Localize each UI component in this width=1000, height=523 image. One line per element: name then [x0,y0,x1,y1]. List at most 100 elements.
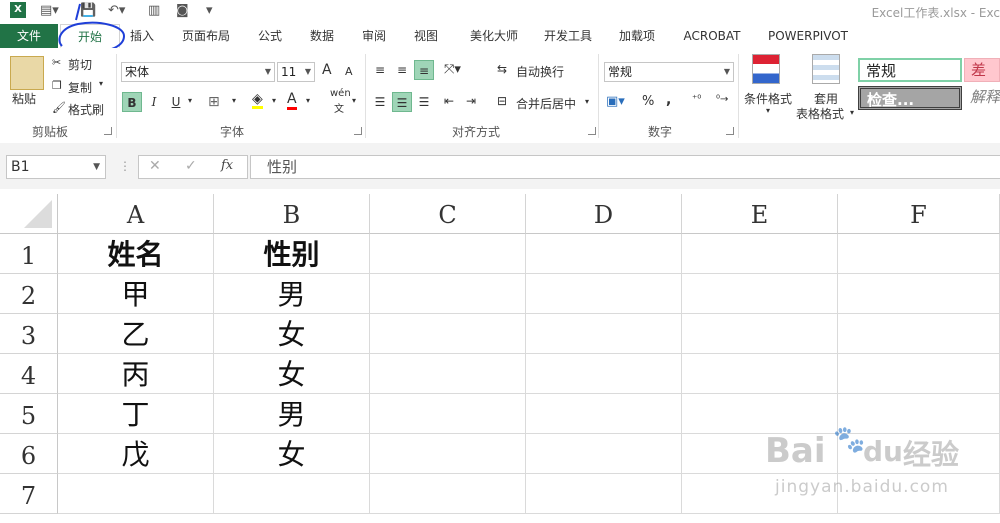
table-format-dropdown-icon[interactable]: ▾ [850,108,854,117]
align-top-icon[interactable]: ≡ [370,60,390,80]
border-dropdown-icon[interactable]: ▾ [232,96,236,105]
cell-a2[interactable]: 甲 [58,274,214,314]
underline-dropdown-icon[interactable]: ▾ [188,96,192,105]
font-launcher-icon[interactable] [354,127,362,135]
cell-d5[interactable] [526,394,682,434]
cell-d7[interactable] [526,474,682,514]
tab-powerpivot[interactable]: POWERPIVOT [764,24,852,48]
merge-icon[interactable]: ⊟ [497,94,507,108]
row-header-6[interactable]: 6 [0,434,58,474]
paste-icon[interactable] [10,56,44,90]
cell-d3[interactable] [526,314,682,354]
style-bad[interactable]: 差 [964,58,1000,82]
accounting-format-icon[interactable]: ▣▾ [606,94,625,109]
row-header-7[interactable]: 7 [0,474,58,514]
tab-review[interactable]: 审阅 [358,24,390,48]
underline-button[interactable]: U [166,92,186,112]
copy-button[interactable]: 复制 [68,79,92,96]
align-bottom-icon[interactable]: ≡ [414,60,434,80]
italic-button[interactable]: I [144,92,164,112]
tab-beautify[interactable]: 美化大师 [464,24,524,48]
tab-view[interactable]: 视图 [410,24,442,48]
decrease-indent-icon[interactable]: ⇤ [444,94,454,108]
cell-b4[interactable]: 女 [214,354,370,394]
enter-button[interactable]: ✓ [185,158,197,174]
orientation-icon[interactable]: ⤧▾ [444,62,461,77]
cut-icon[interactable]: ✂ [52,56,61,69]
merge-dropdown-icon[interactable]: ▾ [585,97,589,106]
row-header-1[interactable]: 1 [0,234,58,274]
cell-c4[interactable] [370,354,526,394]
cell-b1[interactable]: 性别 [214,234,370,274]
cell-b7[interactable] [214,474,370,514]
cell-f3[interactable] [838,314,1000,354]
merge-center-button[interactable]: 合并后居中 [516,95,576,112]
cell-b3[interactable]: 女 [214,314,370,354]
cell-c6[interactable] [370,434,526,474]
cell-c3[interactable] [370,314,526,354]
cell-b6[interactable]: 女 [214,434,370,474]
cell-e3[interactable] [682,314,838,354]
camera-icon[interactable]: ◙ [176,3,189,18]
cell-f2[interactable] [838,274,1000,314]
conditional-dropdown-icon[interactable]: ▾ [766,106,770,115]
cell-c7[interactable] [370,474,526,514]
format-painter-button[interactable]: 格式刷 [68,101,104,118]
cell-b5[interactable]: 男 [214,394,370,434]
align-middle-icon[interactable]: ≡ [392,60,412,80]
align-left-icon[interactable]: ☰ [370,92,390,112]
tab-developer[interactable]: 开发工具 [540,24,596,48]
cell-d4[interactable] [526,354,682,394]
cancel-button[interactable]: ✕ [149,158,161,174]
name-box[interactable]: B1 ▼ [6,155,106,179]
align-center-icon[interactable]: ☰ [392,92,412,112]
cell-e2[interactable] [682,274,838,314]
clipboard-launcher-icon[interactable] [104,127,112,135]
cut-button[interactable]: 剪切 [68,56,92,73]
border-icon[interactable]: ⊞ [208,94,220,110]
font-color-dropdown-icon[interactable]: ▾ [306,96,310,105]
grow-font-button[interactable]: A [322,62,332,78]
font-color-button[interactable]: A [287,92,297,110]
cell-a6[interactable]: 戊 [58,434,214,474]
align-right-icon[interactable]: ☰ [414,92,434,112]
formula-input[interactable]: 性别 [250,155,1000,179]
font-name-select[interactable]: 宋体 ▼ [121,62,275,82]
fill-dropdown-icon[interactable]: ▾ [272,96,276,105]
bold-button[interactable]: B [122,92,142,112]
select-all-button[interactable] [0,194,58,234]
wrap-text-icon[interactable]: ⇆ [497,62,507,76]
cell-f4[interactable] [838,354,1000,394]
table-format-icon[interactable] [812,54,840,84]
cell-e4[interactable] [682,354,838,394]
font-size-select[interactable]: 11 ▼ [277,62,315,82]
increase-indent-icon[interactable]: ⇥ [466,94,476,108]
cell-e1[interactable] [682,234,838,274]
conditional-format-button[interactable]: 条件格式 [744,90,792,107]
shrink-font-button[interactable]: A [345,65,353,78]
decrease-decimal-icon[interactable]: ⁰→ [716,94,728,105]
row-header-3[interactable]: 3 [0,314,58,354]
alignment-launcher-icon[interactable] [588,127,596,135]
percent-button[interactable]: % [642,94,654,109]
column-header-e[interactable]: E [682,194,838,234]
column-header-f[interactable]: F [838,194,1000,234]
phonetic-dropdown-icon[interactable]: ▾ [352,96,356,105]
style-normal[interactable]: 常规 [858,58,962,82]
column-header-a[interactable]: A [58,194,214,234]
column-header-c[interactable]: C [370,194,526,234]
more-options-icon[interactable]: ⋮ [119,159,131,173]
customize-quick-access-icon[interactable]: ▾ [206,3,213,18]
table-format-label-2[interactable]: 表格格式 [796,105,844,122]
tab-acrobat[interactable]: ACROBAT [680,24,744,48]
fill-color-icon[interactable]: ◈ [252,92,263,109]
cell-b2[interactable]: 男 [214,274,370,314]
row-header-5[interactable]: 5 [0,394,58,434]
cell-a4[interactable]: 丙 [58,354,214,394]
cell-d6[interactable] [526,434,682,474]
clipboard-icon[interactable]: ▥ [148,3,160,18]
conditional-format-icon[interactable] [752,54,780,84]
cell-a7[interactable] [58,474,214,514]
style-check[interactable]: 检查... [858,86,962,110]
cell-a1[interactable]: 姓名 [58,234,214,274]
